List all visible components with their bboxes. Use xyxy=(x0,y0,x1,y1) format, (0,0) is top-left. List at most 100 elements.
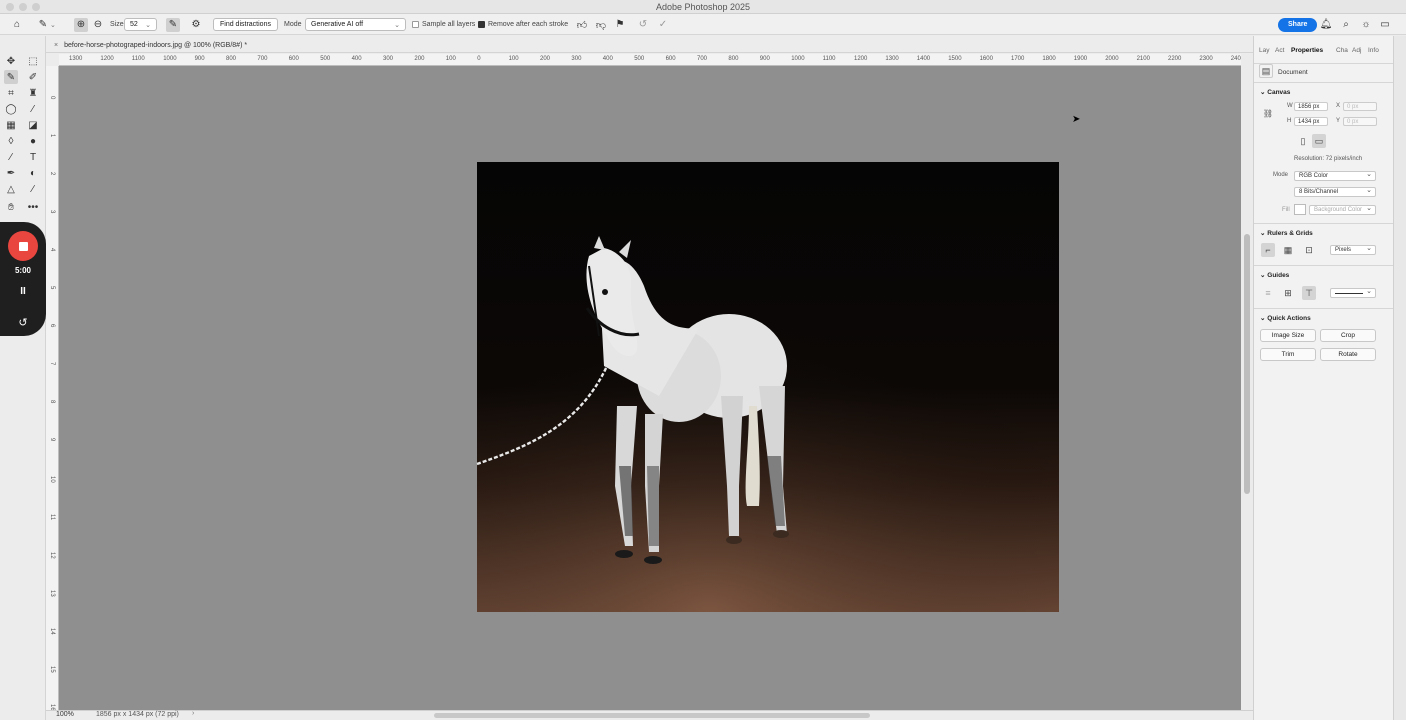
ruler-tick-label: 2100 xyxy=(1136,56,1150,62)
fill-swatch[interactable] xyxy=(1294,204,1306,215)
discover-button[interactable]: ☼ xyxy=(1359,17,1373,32)
remove-tool[interactable]: ✎ xyxy=(4,70,18,84)
lock-guides-icon[interactable]: ⊤ xyxy=(1302,286,1316,300)
home-button[interactable]: ⌂ xyxy=(10,17,24,32)
tab-actions[interactable]: Act xyxy=(1275,47,1284,54)
notifications-button[interactable]: 🔔︎ xyxy=(1319,17,1333,32)
document-icon: ▤ xyxy=(1259,64,1273,78)
width-field[interactable]: 1856 px xyxy=(1294,102,1328,111)
tab-adjustments[interactable]: Adj xyxy=(1352,47,1361,54)
remove-after-stroke-label: Remove after each stroke xyxy=(488,21,569,28)
guide-style-select[interactable] xyxy=(1330,287,1376,298)
thumbs-up-icon: 👍︎ xyxy=(576,19,588,31)
document-tab[interactable]: × before-horse-photograped-indoors.jpg @… xyxy=(48,38,253,52)
workspace-button[interactable]: ▭ xyxy=(1378,17,1392,32)
maximize-window-icon[interactable] xyxy=(32,3,40,11)
eraser-tool[interactable]: ◪ xyxy=(26,118,40,132)
stop-recording-button[interactable] xyxy=(8,231,38,261)
hand-tool[interactable]: ✋︎ xyxy=(4,200,18,214)
status-menu-chevron-icon[interactable]: › xyxy=(192,710,194,717)
search-button[interactable]: ⌕ xyxy=(1339,17,1353,32)
report-button[interactable]: ⚑ xyxy=(613,17,627,32)
height-field[interactable]: 1434 px xyxy=(1294,117,1328,126)
bit-depth-select[interactable]: 8 Bits/Channel xyxy=(1294,186,1376,197)
pressure-size-button[interactable]: ✎ xyxy=(166,17,180,32)
pixel-grid-icon[interactable]: ⊡ xyxy=(1302,243,1316,257)
rotate-button[interactable]: Rotate xyxy=(1320,348,1376,361)
thumbs-up-button[interactable]: 👍︎ xyxy=(575,17,589,32)
properties-panel: Lay Act Properties Cha Adj Info ▤ Docume… xyxy=(1253,36,1394,720)
marquee-tool[interactable]: ⬚ xyxy=(26,54,40,68)
guide-layout-icon[interactable]: ≡ xyxy=(1261,286,1275,300)
ruler-units-select[interactable]: Pixels xyxy=(1330,244,1376,255)
image-size-button[interactable]: Image Size xyxy=(1260,329,1316,342)
trim-button[interactable]: Trim xyxy=(1260,348,1316,361)
ellipse-tool[interactable]: ◐ xyxy=(26,166,40,180)
sample-all-layers-checkbox[interactable]: Sample all layers xyxy=(412,17,475,32)
minimize-window-icon[interactable] xyxy=(19,3,27,11)
healing-brush-tool[interactable]: ✐ xyxy=(26,70,40,84)
frame-tool[interactable]: ▦ xyxy=(4,118,18,132)
eyedropper-tool[interactable]: ⁄ xyxy=(26,102,40,116)
pen-tool[interactable]: ✒ xyxy=(4,166,18,180)
triangle-icon: △ xyxy=(7,183,15,195)
crop-button[interactable]: Crop xyxy=(1320,329,1376,342)
link-icon[interactable]: ⛓ xyxy=(1261,106,1275,120)
zoom-level[interactable]: 100% xyxy=(56,711,74,718)
share-button[interactable]: Share xyxy=(1278,17,1318,32)
document-canvas[interactable] xyxy=(59,66,1241,710)
stamp-tool[interactable]: ♜ xyxy=(26,86,40,100)
lasso-tool[interactable]: ◯ xyxy=(4,102,18,116)
blur-tool[interactable]: ◊ xyxy=(4,134,18,148)
canvas-section-header[interactable]: ⌄ Canvas xyxy=(1260,88,1290,96)
crop-tool[interactable]: ⌗ xyxy=(4,86,18,100)
commit-button[interactable]: ✓ xyxy=(656,17,670,32)
rulers-grids-section-header[interactable]: ⌄ Rulers & Grids xyxy=(1260,229,1313,237)
remove-after-stroke-checkbox[interactable]: Remove after each stroke xyxy=(478,17,568,32)
brush-tool[interactable]: ∕ xyxy=(4,150,18,164)
tab-properties[interactable]: Properties xyxy=(1291,47,1323,54)
path-selection-tool[interactable]: △ xyxy=(4,182,18,196)
brush-settings-button[interactable]: ⚙ xyxy=(189,17,203,32)
tool-preset-picker[interactable]: ✎ ⌄ xyxy=(36,17,56,32)
line-tool[interactable]: ∕ xyxy=(26,182,40,196)
restart-recording-button[interactable]: ↺ xyxy=(0,316,46,329)
quick-actions-section-header[interactable]: ⌄ Quick Actions xyxy=(1260,314,1311,322)
close-tab-icon[interactable]: × xyxy=(54,42,58,49)
dodge-tool[interactable]: ● xyxy=(26,134,40,148)
fill-select[interactable]: Background Color xyxy=(1309,204,1376,215)
landscape-orientation-icon[interactable]: ▭ xyxy=(1312,134,1326,148)
ruler-toggle-icon[interactable]: ⌐ xyxy=(1261,243,1275,257)
size-input[interactable]: 52 ⌄ xyxy=(124,18,157,31)
guides-section-header[interactable]: ⌄ Guides xyxy=(1260,271,1289,279)
close-window-icon[interactable] xyxy=(6,3,14,11)
find-distractions-button[interactable]: Find distractions xyxy=(213,18,278,31)
cancel-button[interactable]: ↺ xyxy=(636,17,650,32)
color-mode-select[interactable]: RGB Color xyxy=(1294,170,1376,181)
mode-select[interactable]: Generative AI off ⌄ xyxy=(305,18,406,31)
canvas-workspace[interactable] xyxy=(59,66,1241,710)
subtract-mode-button[interactable]: ⊖ xyxy=(91,17,105,32)
add-mode-button[interactable]: ⊕ xyxy=(74,17,88,32)
x-field[interactable]: 0 px xyxy=(1343,102,1377,111)
y-field[interactable]: 0 px xyxy=(1343,117,1377,126)
pause-recording-button[interactable]: II xyxy=(0,286,46,297)
move-tool[interactable]: ✥ xyxy=(4,54,18,68)
ruler-tick-label: 1 xyxy=(49,134,55,138)
grid-icon[interactable]: ▦ xyxy=(1281,243,1295,257)
new-guide-icon[interactable]: ⊞ xyxy=(1281,286,1295,300)
ruler-tick-label: 240 xyxy=(1230,56,1241,62)
divider xyxy=(1254,308,1394,309)
vertical-scroll-thumb[interactable] xyxy=(1244,234,1250,494)
gear-icon: ⚙ xyxy=(191,19,201,30)
vertical-scrollbar[interactable] xyxy=(1241,54,1253,710)
more-tools-button[interactable]: ••• xyxy=(26,200,40,214)
marquee-icon: ⬚ xyxy=(28,55,38,67)
horizontal-scroll-thumb[interactable] xyxy=(434,713,870,718)
tab-info[interactable]: Info xyxy=(1368,47,1379,54)
tab-layers[interactable]: Lay xyxy=(1259,47,1269,54)
portrait-orientation-icon[interactable]: ▯ xyxy=(1296,134,1310,148)
tab-channels[interactable]: Cha xyxy=(1336,47,1348,54)
type-tool[interactable]: T xyxy=(26,150,40,164)
thumbs-down-button[interactable]: 👎︎ xyxy=(594,17,608,32)
